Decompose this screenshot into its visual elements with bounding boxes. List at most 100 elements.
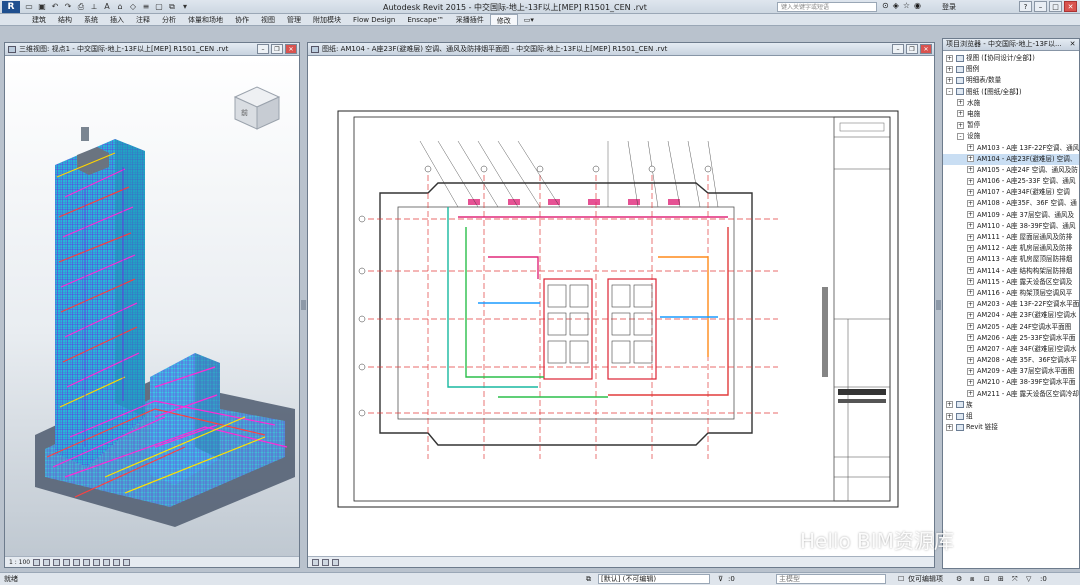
browser-item[interactable]: + AM109 - A座 37层空调、通风及 [943,210,1079,221]
sun-path-icon[interactable] [53,558,61,566]
ribbon-tab[interactable]: 插入 [104,14,130,25]
browser-item[interactable]: + AM206 - A座 25-33F空调水平面 [943,333,1079,344]
browser-item[interactable]: + AM112 - A座 机房层通风及防排 [943,243,1079,254]
select-pinned-icon[interactable]: ⊡ [984,573,990,585]
sheet-canvas[interactable] [308,57,934,557]
expand-icon[interactable]: + [967,378,974,386]
3d-view-icon[interactable]: ⌂ [115,2,125,12]
crop-view-icon[interactable] [83,558,91,566]
ribbon-tab[interactable]: 协作 [229,14,255,25]
ribbon-tab[interactable]: 注释 [130,14,156,25]
view-minimize-button[interactable]: – [257,44,269,54]
expand-icon[interactable]: + [967,188,974,196]
render-icon[interactable] [73,558,81,566]
ribbon-tab[interactable]: 分析 [156,14,182,25]
expand-icon[interactable]: + [967,166,974,174]
save-icon[interactable]: ▣ [37,2,47,12]
subscription-icon[interactable]: ◈ [893,1,899,10]
ribbon-tab[interactable]: Flow Design [347,14,401,25]
thin-lines-icon[interactable]: ≡ [141,2,151,12]
expand-icon[interactable]: + [967,367,974,375]
revit-logo-icon[interactable]: R [2,1,20,13]
help-search-input[interactable]: 键入关键字或短语 [777,2,877,12]
ribbon-tab[interactable]: 采播插件 [450,14,490,25]
expand-icon[interactable]: + [967,211,974,219]
text-icon[interactable]: A [102,2,112,12]
maximize-button[interactable]: □ [1049,1,1062,12]
login-button[interactable]: 登录 [942,2,956,12]
help-icon[interactable]: ? [1019,1,1032,12]
filter-status-icon[interactable]: ▽ [1026,573,1031,585]
close-button[interactable]: ✕ [1064,1,1077,12]
expand-icon[interactable]: + [967,345,974,353]
browser-item[interactable]: + AM110 - A座 38-39F空调、通风 [943,221,1079,232]
expand-icon[interactable]: + [967,244,974,252]
browser-item[interactable]: + AM108 - A座35F、36F 空调、通 [943,198,1079,209]
expand-icon[interactable]: + [967,255,974,263]
browser-item[interactable]: + AM203 - A座 13F-22F空调水平面 [943,299,1079,310]
expand-icon[interactable]: + [946,65,953,73]
print-icon[interactable]: ⎙ [76,2,86,12]
expand-icon[interactable]: + [967,233,974,241]
filter-icon[interactable]: ⊽ [718,573,723,585]
section-icon[interactable]: ◇ [128,2,138,12]
select-by-face-icon[interactable]: ⊞ [998,573,1004,585]
expand-icon[interactable]: + [967,311,974,319]
sheet-visual-style-icon[interactable] [312,558,319,566]
sheet-crop-icon[interactable] [322,558,329,566]
collapse-icon[interactable]: - [946,88,953,96]
browser-item[interactable]: + Revit 链接 [943,422,1079,433]
browser-item[interactable]: + 族 [943,400,1079,411]
design-option-select[interactable]: 主模型 [776,574,886,584]
browser-item[interactable]: + 电施 [943,109,1079,120]
view-close-button[interactable]: ✕ [920,44,932,54]
open-icon[interactable]: ▭ [24,2,34,12]
expand-icon[interactable]: + [967,356,974,364]
expand-icon[interactable]: + [967,144,974,151]
select-links-icon[interactable]: ⚙ [956,573,962,585]
shadows-icon[interactable] [63,558,71,566]
expand-icon[interactable]: + [967,300,974,308]
temp-hide-icon[interactable] [113,558,121,566]
ribbon-tab[interactable]: Enscape™ [401,14,449,25]
3d-model-canvas[interactable]: 前 [5,57,299,557]
expand-icon[interactable]: + [967,278,974,286]
ribbon-minimize-icon[interactable]: ▭▾ [518,14,540,25]
expand-icon[interactable]: + [967,323,974,330]
switch-windows-icon[interactable]: ⧉ [167,2,177,12]
view-window-3d[interactable]: 三维视图: 视点1 - 中交国际-地上-13F以上[MEP] R1501_CEN… [4,42,300,568]
project-browser-header[interactable]: 项目浏览器 - 中交国际-地上-13F以... ✕ [943,39,1079,51]
sheet-hide-icon[interactable] [332,558,339,566]
browser-item[interactable]: + AM204 - A座 23F(避难层)空调水 [943,310,1079,321]
expand-icon[interactable]: + [967,155,974,163]
ribbon-tab[interactable]: 系统 [78,14,104,25]
browser-item[interactable]: + AM106 - A座25-33F 空调、通风 [943,176,1079,187]
binoculars-icon[interactable]: ⊙ [882,1,889,10]
browser-item[interactable]: + AM211 - A座 露天设备区空调冷却 [943,389,1079,400]
browser-item[interactable]: + 图例 [943,64,1079,75]
expand-icon[interactable]: + [967,222,974,230]
qat-dropdown-icon[interactable]: ▾ [180,2,190,12]
view-window-sheet[interactable]: 图纸: AM104 - A座23F(避难层) 空调、通风及防排烟平面图 - 中交… [307,42,935,568]
browser-item[interactable]: + AM208 - A座 35F、36F空调水平 [943,355,1079,366]
star-icon[interactable]: ☆ [903,1,910,10]
expand-icon[interactable]: + [957,99,964,107]
browser-item[interactable]: + 水施 [943,98,1079,109]
browser-item[interactable]: - 图纸 (【图纸/全部】) [943,87,1079,98]
workset-select[interactable]: [默认] (不可编辑) [598,574,710,584]
expand-icon[interactable]: + [967,289,974,297]
expand-icon[interactable]: + [967,390,974,398]
browser-item[interactable]: - 设施 [943,131,1079,142]
expand-icon[interactable]: + [967,267,974,275]
browser-item[interactable]: + AM115 - A座 露天设备区空调及 [943,277,1079,288]
user-icon[interactable]: ◉ [914,1,921,10]
workset-icon[interactable]: ⧉ [586,573,591,585]
expand-icon[interactable]: + [967,199,974,207]
browser-item[interactable]: + AM104 - A座23F(避难层) 空调、 [943,153,1079,165]
browser-item[interactable]: + AM103 - A座 13F-22F空调、通风 [943,143,1079,154]
expand-icon[interactable]: + [967,177,974,185]
view-restore-button[interactable]: ❐ [906,44,918,54]
redo-icon[interactable]: ↷ [63,2,73,12]
view-minimize-button[interactable]: – [892,44,904,54]
expand-icon[interactable]: + [946,54,953,62]
